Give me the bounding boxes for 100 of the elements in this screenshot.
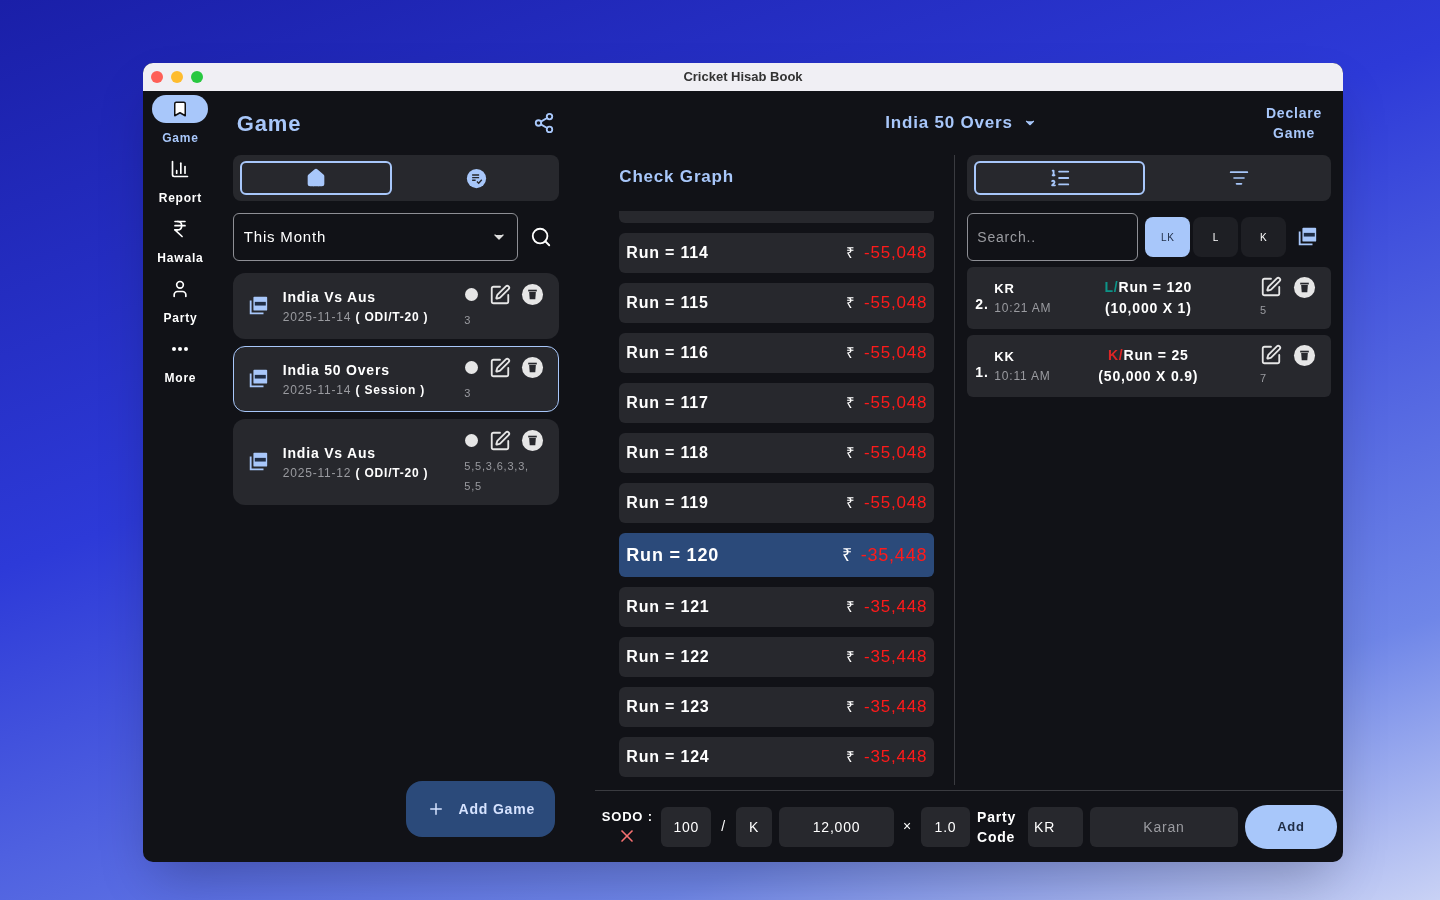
tab[interactable]: [974, 161, 1146, 195]
party-code-field[interactable]: KR: [1028, 806, 1083, 847]
bet-side: L/: [1104, 278, 1119, 297]
numbered-list-icon: [1048, 167, 1071, 189]
run-row[interactable]: Run = 124 ₹ -35,448: [619, 737, 935, 777]
share-icon[interactable]: [533, 112, 556, 134]
delete-icon[interactable]: [1293, 344, 1316, 367]
run-label: Run = 119: [626, 493, 709, 513]
entry-index: 2.: [975, 294, 990, 314]
add-game-button[interactable]: Add Game: [406, 781, 556, 837]
currency-symbol: ₹: [846, 242, 857, 263]
game-note: 3: [464, 313, 473, 328]
add-button[interactable]: Add: [1245, 804, 1337, 849]
amount: -55,048: [864, 492, 928, 515]
search-icon[interactable]: [530, 226, 553, 248]
run-label: Run = 117: [626, 393, 709, 413]
run-row[interactable]: Run = 115 ₹ -55,048: [619, 283, 935, 323]
edit-icon[interactable]: [489, 356, 512, 379]
window-title: Cricket Hisab Book: [683, 68, 803, 87]
currency-symbol: ₹: [846, 596, 857, 617]
nav-item[interactable]: More: [145, 335, 216, 387]
game-card[interactable]: India Vs Aus 2025-11-14 ( ODI/T-20 ) 3: [232, 273, 560, 339]
edit-icon[interactable]: [489, 429, 512, 452]
currency-symbol: ₹: [846, 746, 857, 767]
entry-time: 10:21 AM: [994, 299, 1053, 317]
run-row[interactable]: Run = 120 ₹ -35,448: [619, 533, 935, 577]
filter-chip[interactable]: K: [1241, 217, 1287, 257]
run-row[interactable]: Run = 121 ₹ -35,448: [619, 587, 935, 627]
amount: -35,448: [864, 746, 928, 769]
run-row[interactable]: Run = 114 ₹ -55,048: [619, 233, 935, 273]
run-row[interactable]: Run = 123 ₹ -35,448: [619, 687, 935, 727]
run-label: Run = 116: [626, 343, 709, 363]
sodo-label: SODO :: [601, 807, 653, 826]
pdf-icon[interactable]: [1296, 226, 1319, 248]
entry-card[interactable]: 2. KR 10:21 AM L/Run = 120 (10,000 X 1) 5: [967, 267, 1331, 329]
game-name: India Vs Aus: [282, 443, 377, 463]
entry-index: 1.: [975, 362, 990, 382]
game-name: India 50 Overs: [282, 360, 391, 380]
receipt-check-icon: [465, 167, 487, 189]
tab[interactable]: [239, 161, 393, 195]
nav-item[interactable]: Game: [145, 95, 216, 147]
chart-icon: [170, 159, 191, 179]
game-card[interactable]: India Vs Aus 2025-11-12 ( ODI/T-20 ) 5,5,3,6,3,3, 5,5: [232, 419, 560, 505]
entry-time: 10:11 AM: [994, 367, 1052, 385]
run-row[interactable]: Run = 119 ₹ -55,048: [619, 483, 935, 523]
filter-chip[interactable]: LK: [1145, 217, 1191, 257]
game-date-type: 2025-11-12 ( ODI/T-20 ): [282, 464, 430, 482]
run-label: Run = 121: [626, 597, 710, 617]
game-selector[interactable]: India 50 Overs: [885, 110, 1037, 136]
amount: -35,448: [860, 543, 928, 567]
party-code: KK: [994, 348, 1016, 367]
run-label: Run = 118: [626, 443, 709, 463]
run-label: Run = 124: [626, 747, 710, 767]
currency-symbol: ₹: [846, 696, 857, 717]
delete-icon[interactable]: [521, 429, 545, 452]
party-code-label: Party Code: [977, 807, 1018, 847]
bet-detail: (50,000 X 0.9): [1098, 367, 1199, 386]
run-field[interactable]: 100: [661, 806, 712, 847]
run-row[interactable]: Run = 117 ₹ -55,048: [619, 383, 935, 423]
home-icon: [305, 168, 326, 188]
declare-game-button[interactable]: Declare Game: [1259, 103, 1329, 143]
period-dropdown[interactable]: This Month: [232, 213, 519, 261]
amount: -35,448: [864, 596, 928, 619]
party-name-field[interactable]: Karan: [1090, 806, 1238, 847]
search-field[interactable]: Search..: [967, 213, 1139, 261]
amount: -55,048: [864, 342, 928, 365]
run-row[interactable]: Run = 118 ₹ -55,048: [619, 433, 935, 473]
section-title: Check Graph: [619, 166, 735, 188]
currency-symbol: ₹: [846, 646, 857, 667]
edit-icon[interactable]: [1260, 344, 1282, 366]
game-card[interactable]: India 50 Overs 2025-11-14 ( Session ) 3: [232, 346, 560, 412]
game-note: 3: [464, 386, 473, 401]
nav-item[interactable]: Hawala: [145, 215, 216, 267]
amount: -55,048: [864, 442, 928, 465]
run-row[interactable]: Run = 116 ₹ -55,048: [619, 333, 935, 373]
delete-icon[interactable]: [521, 283, 545, 306]
currency-symbol: ₹: [841, 543, 853, 567]
delete-icon[interactable]: [521, 356, 545, 379]
nav-item[interactable]: Party: [145, 275, 216, 327]
amount-field[interactable]: 12,000: [779, 806, 894, 847]
nav-item[interactable]: Report: [145, 155, 216, 207]
edit-icon[interactable]: [1260, 276, 1282, 298]
amount: -35,448: [864, 646, 928, 669]
currency-symbol: ₹: [846, 292, 857, 313]
bet-run: Run = 25: [1123, 346, 1189, 365]
side-field[interactable]: K: [736, 806, 772, 847]
run-label: Run = 115: [626, 293, 709, 313]
delete-icon[interactable]: [1293, 276, 1316, 299]
rate-field[interactable]: 1.0: [921, 806, 970, 847]
game-note: 5,5,3,6,3,3, 5,5: [464, 459, 530, 494]
filter-icon: [1228, 168, 1249, 188]
filter-chip[interactable]: L: [1193, 217, 1239, 257]
slash-separator: /: [720, 817, 727, 836]
close-window-button[interactable]: [151, 71, 163, 83]
edit-icon[interactable]: [489, 283, 512, 306]
run-row[interactable]: Run = 122 ₹ -35,448: [619, 637, 935, 677]
amount: -55,048: [864, 292, 928, 315]
game-name: India Vs Aus: [282, 287, 377, 307]
currency-symbol: ₹: [846, 442, 857, 463]
entry-card[interactable]: 1. KK 10:11 AM K/Run = 25 (50,000 X 0.9) 7: [967, 335, 1331, 397]
